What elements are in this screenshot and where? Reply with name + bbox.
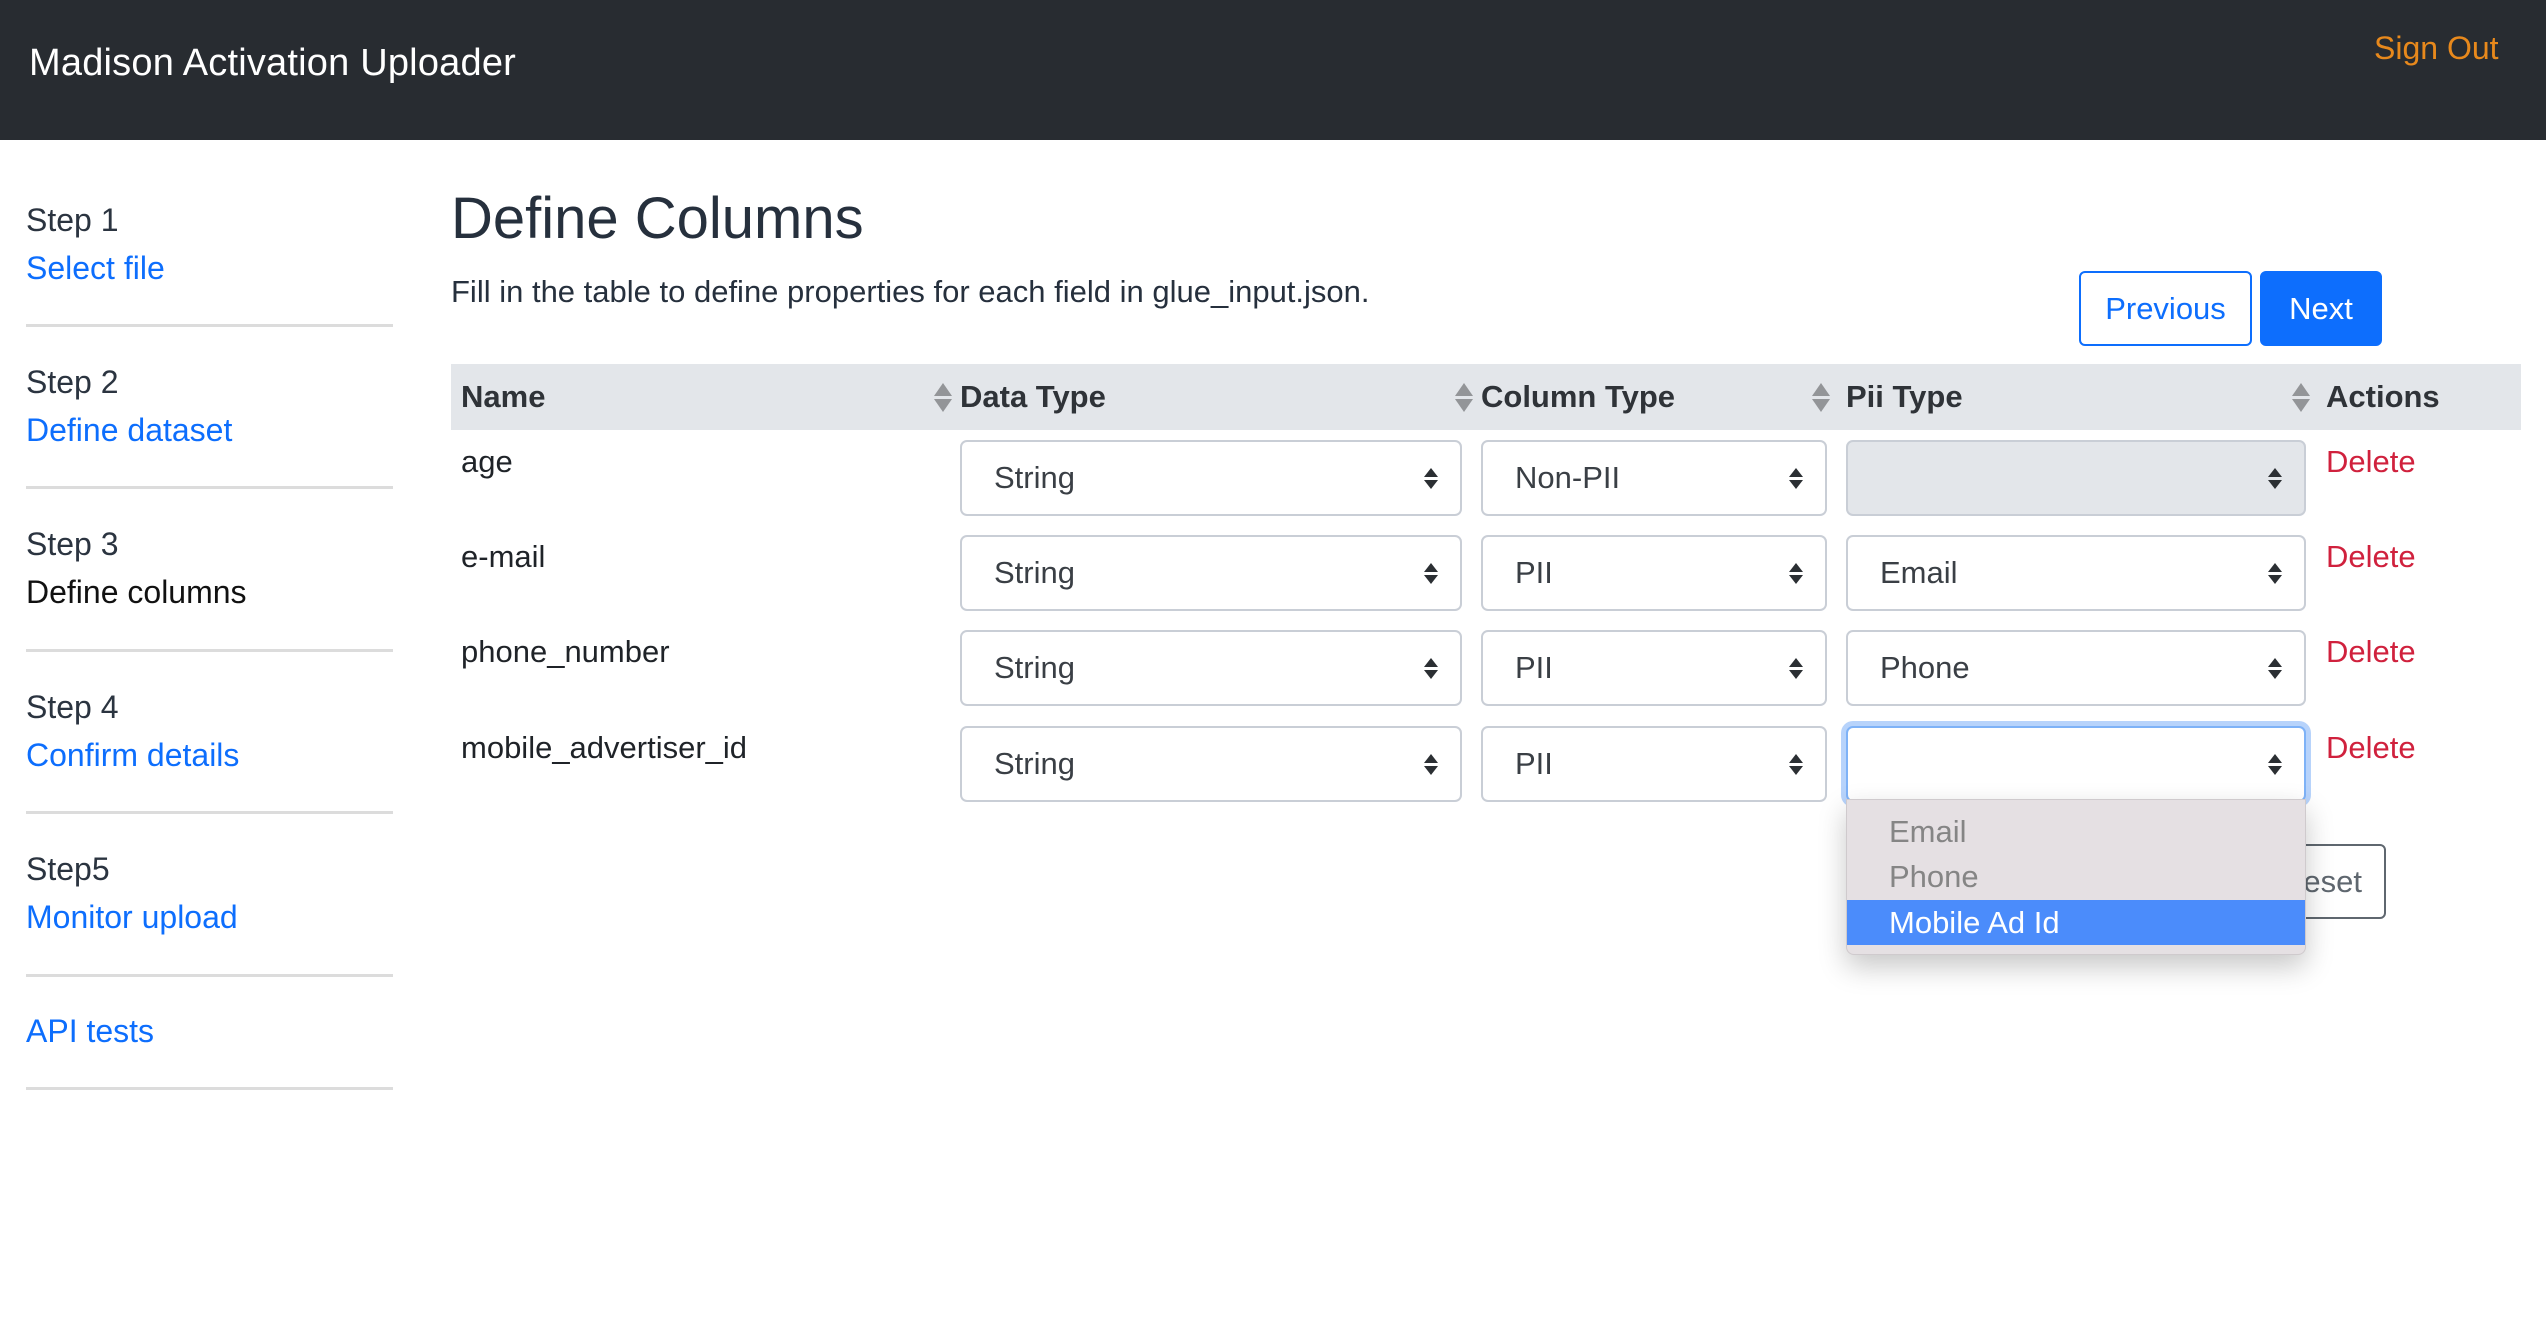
column-type-select[interactable]: PII — [1481, 726, 1827, 802]
delete-row-link[interactable]: Delete — [2326, 730, 2416, 766]
sort-icon[interactable] — [1455, 383, 1473, 413]
sidebar-divider — [26, 1087, 393, 1090]
pii-type-select[interactable]: Email — [1846, 535, 2306, 611]
app-title: Madison Activation Uploader — [29, 42, 517, 84]
sort-icon[interactable] — [1812, 383, 1830, 413]
delete-row-link[interactable]: Delete — [2326, 539, 2416, 575]
top-navbar: Madison Activation Uploader Sign Out — [0, 0, 2546, 140]
sort-icon[interactable] — [2292, 383, 2310, 413]
select-arrows-icon — [2268, 754, 2282, 776]
sidebar-link-define-dataset[interactable]: Define dataset — [26, 406, 393, 454]
dropdown-option-email[interactable]: Email — [1847, 809, 2305, 854]
column-type-select[interactable]: Non-PII — [1481, 440, 1827, 516]
sidebar-item-step-4: Step 4 Confirm details — [26, 683, 393, 779]
page-subtitle: Fill in the table to define properties f… — [451, 274, 1370, 309]
data-type-select[interactable]: String — [960, 630, 1462, 706]
select-arrows-icon — [1789, 658, 1803, 680]
pii-type-dropdown-menu: Email Phone Mobile Ad Id — [1846, 799, 2306, 955]
select-arrows-icon — [1789, 563, 1803, 585]
page-title: Define Columns — [451, 186, 864, 251]
dropdown-option-mobile-ad-id[interactable]: Mobile Ad Id — [1847, 900, 2305, 945]
field-name: e-mail — [461, 539, 546, 574]
table-header: Name Data Type Column Type Pii Type Acti… — [451, 364, 2521, 430]
select-arrows-icon — [1424, 754, 1438, 776]
select-arrows-icon — [1789, 468, 1803, 490]
sidebar-link-api-tests[interactable]: API tests — [26, 1007, 393, 1055]
data-type-select[interactable]: String — [960, 440, 1462, 516]
step-label: Step 3 — [26, 526, 119, 562]
field-name: phone_number — [461, 634, 670, 669]
dropdown-option-phone[interactable]: Phone — [1847, 854, 2305, 899]
next-button[interactable]: Next — [2260, 271, 2382, 346]
column-header-data-type[interactable]: Data Type — [960, 364, 1106, 430]
sidebar-link-confirm-details[interactable]: Confirm details — [26, 731, 393, 779]
sidebar-item-step-3: Step 3 Define columns — [26, 520, 393, 616]
sidebar-item-step-2: Step 2 Define dataset — [26, 358, 393, 454]
step-label: Step 2 — [26, 364, 119, 400]
sidebar-item-step-1: Step 1 Select file — [26, 196, 393, 292]
sidebar-item-api-tests: API tests — [26, 1007, 393, 1055]
sidebar-link-monitor-upload[interactable]: Monitor upload — [26, 893, 393, 941]
selected-value: String — [994, 746, 1075, 781]
select-arrows-icon — [1424, 563, 1438, 585]
select-arrows-icon — [2268, 468, 2282, 490]
data-type-select[interactable]: String — [960, 535, 1462, 611]
selected-value: String — [994, 650, 1075, 685]
selected-value: Non-PII — [1515, 460, 1621, 495]
column-header-actions: Actions — [2326, 379, 2440, 414]
selected-value: String — [994, 460, 1075, 495]
data-type-select[interactable]: String — [960, 726, 1462, 802]
sign-out-link[interactable]: Sign Out — [2374, 30, 2499, 67]
sidebar-link-select-file[interactable]: Select file — [26, 244, 393, 292]
sidebar-divider — [26, 811, 393, 814]
pii-type-select — [1846, 440, 2306, 516]
selected-value: PII — [1515, 650, 1553, 685]
step-label: Step 1 — [26, 202, 119, 238]
delete-row-link[interactable]: Delete — [2326, 444, 2416, 480]
delete-row-link[interactable]: Delete — [2326, 634, 2416, 670]
pii-type-select[interactable]: Phone — [1846, 630, 2306, 706]
selected-value: PII — [1515, 555, 1553, 590]
field-name: age — [461, 444, 513, 479]
select-arrows-icon — [2268, 563, 2282, 585]
selected-value: String — [994, 555, 1075, 590]
previous-button[interactable]: Previous — [2079, 271, 2252, 346]
step-label: Step 4 — [26, 689, 119, 725]
step-label: Step5 — [26, 851, 110, 887]
select-arrows-icon — [1424, 658, 1438, 680]
column-header-pii-type[interactable]: Pii Type — [1846, 364, 1963, 430]
sort-icon[interactable] — [934, 383, 952, 413]
sidebar-divider — [26, 974, 393, 977]
selected-value: PII — [1515, 746, 1553, 781]
sidebar-divider — [26, 649, 393, 652]
pii-type-select-focused[interactable] — [1846, 726, 2306, 802]
column-header-column-type[interactable]: Column Type — [1481, 364, 1675, 430]
sidebar-divider — [26, 324, 393, 327]
select-arrows-icon — [2268, 658, 2282, 680]
sidebar-item-step-5: Step5 Monitor upload — [26, 845, 393, 941]
selected-value: Email — [1880, 555, 1958, 590]
sidebar-divider — [26, 486, 393, 489]
selected-value: Phone — [1880, 650, 1970, 685]
select-arrows-icon — [1424, 468, 1438, 490]
sidebar-current-define-columns: Define columns — [26, 574, 247, 610]
field-name: mobile_advertiser_id — [461, 730, 748, 765]
column-header-name[interactable]: Name — [461, 364, 545, 430]
column-type-select[interactable]: PII — [1481, 630, 1827, 706]
select-arrows-icon — [1789, 754, 1803, 776]
column-type-select[interactable]: PII — [1481, 535, 1827, 611]
